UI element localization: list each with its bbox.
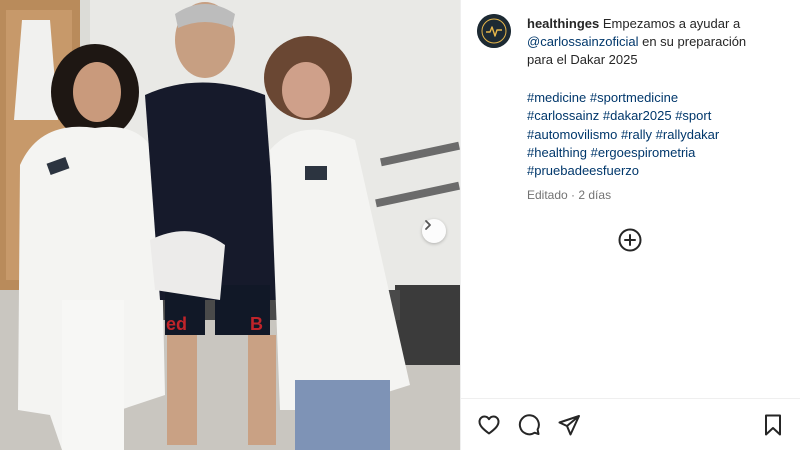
hashtag-line: #pruebadeesfuerzo <box>527 162 789 180</box>
hashtag-link[interactable]: #ergoespirometria <box>591 145 696 160</box>
hashtag-link[interactable]: #medicine <box>527 90 586 105</box>
svg-text:ed: ed <box>166 314 187 334</box>
edited-label: Editado <box>527 188 568 202</box>
chevron-right-icon <box>425 220 431 230</box>
hashtag-link[interactable]: #healthing <box>527 145 587 160</box>
hashtag-link[interactable]: #sportmedicine <box>590 90 678 105</box>
heart-icon <box>478 415 500 435</box>
comment-icon <box>518 414 540 436</box>
username-link[interactable]: healthinges <box>527 16 599 31</box>
hashtag-link[interactable]: #rallydakar <box>656 127 720 142</box>
hashtag-link[interactable]: #pruebadeesfuerzo <box>527 163 639 178</box>
meta-separator: · <box>567 188 579 202</box>
share-button[interactable] <box>557 413 581 437</box>
hashtag-line: #automovilismo #rally #rallydakar <box>527 126 789 144</box>
like-button[interactable] <box>477 413 501 437</box>
hashtag-link[interactable]: #dakar2025 <box>603 108 672 123</box>
hashtag-line: #carlossainz #dakar2025 #sport <box>527 107 789 125</box>
comment-button[interactable] <box>517 413 541 437</box>
post-photo[interactable]: ed B <box>0 0 460 450</box>
hashtag-link[interactable]: #carlossainz <box>527 108 599 123</box>
action-bar <box>461 398 800 450</box>
timestamp[interactable]: 2 días <box>578 188 611 202</box>
hashtag-link[interactable]: #rally <box>621 127 652 142</box>
hashtag-line: #healthing #ergoespirometria <box>527 144 789 162</box>
post-side-panel: healthinges Empezamos a ayudar a @carlos… <box>460 0 800 450</box>
photo-illustration: ed B <box>0 0 460 450</box>
bookmark-icon <box>765 414 781 436</box>
next-photo-button[interactable] <box>422 219 446 243</box>
share-icon <box>558 415 580 436</box>
post-meta: Editado · 2 días <box>527 188 611 202</box>
post-caption: healthinges Empezamos a ayudar a @carlos… <box>527 15 789 69</box>
hashtag-list: #medicine #sportmedicine #carlossainz #d… <box>527 89 789 180</box>
caption-text: en su preparación <box>642 34 747 49</box>
load-more-comments-button[interactable] <box>618 228 642 252</box>
hashtag-link[interactable]: #sport <box>675 108 711 123</box>
avatar[interactable] <box>477 14 511 48</box>
save-button[interactable] <box>761 413 785 437</box>
hashtag-line: #medicine #sportmedicine <box>527 89 789 107</box>
healthing-logo-icon <box>477 14 511 48</box>
svg-text:B: B <box>250 314 263 334</box>
caption-text: Empezamos a ayudar a <box>602 16 741 31</box>
mention-link[interactable]: @carlossainzoficial <box>527 34 638 49</box>
caption-text: para el Dakar 2025 <box>527 52 638 67</box>
hashtag-link[interactable]: #automovilismo <box>527 127 617 142</box>
plus-circle-icon <box>618 228 642 252</box>
